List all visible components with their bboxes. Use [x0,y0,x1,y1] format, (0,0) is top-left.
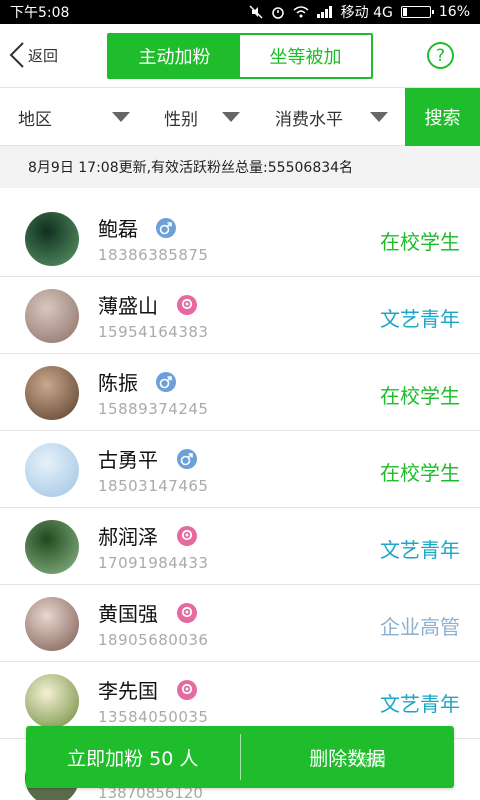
female-icon [177,526,197,546]
fan-name: 黄国强 [98,602,158,626]
avatar [25,289,79,343]
fan-name: 李先国 [98,679,158,703]
fan-name: 鲍磊 [98,217,138,241]
fan-phone: 18905680036 [98,631,209,649]
fan-tag: 在校学生 [380,461,460,485]
spending-filter[interactable]: 消费水平 [275,88,343,146]
watermark-logo: 源网 [356,752,387,770]
bottom-action-bar: 立即加粉 50 人 删除数据 [26,726,454,788]
male-icon [156,372,176,392]
avatar [25,520,79,574]
fan-name: 薄盛山 [98,294,158,318]
region-filter[interactable]: 地区 [18,88,52,146]
delete-data-button[interactable]: 删除数据 [241,726,455,788]
list-item[interactable]: 黄国强 18905680036 企业高管 [0,585,480,662]
carrier-label: 移动 4G [340,5,393,21]
back-label: 返回 [28,46,59,65]
female-icon [177,603,197,623]
female-icon [177,295,197,315]
fan-tag: 文艺青年 [380,538,460,562]
list-item[interactable]: 陈振 15889374245 在校学生 [0,354,480,431]
fan-phone: 15889374245 [98,400,209,418]
list-item[interactable]: 古勇平 18503147465 在校学生 [0,431,480,508]
alarm-icon [271,7,284,19]
fan-phone: 18386385875 [98,246,209,264]
fan-tag: 文艺青年 [380,692,460,716]
fan-phone: 13584050035 [98,708,209,726]
signal-icon [316,6,332,18]
status-bar: 下午5:08 移动 4G 16% [0,0,480,24]
fan-phone: 18503147465 [98,477,209,495]
wifi-icon [293,6,309,18]
add-fans-button[interactable]: 立即加粉 50 人 [26,726,240,788]
fan-phone: 17091984433 [98,554,209,572]
avatar [25,443,79,497]
mute-icon [249,5,263,19]
fan-name: 陈振 [98,371,138,395]
tab-active-add[interactable]: 主动加粉 [109,35,240,77]
female-icon [177,680,197,700]
avatar [25,674,79,728]
status-indicators: 移动 4G 16% [249,2,470,22]
fan-name: 郝润泽 [98,525,158,549]
region-filter-label: 地区 [18,109,52,130]
avatar [25,212,79,266]
region-dropdown-icon[interactable] [112,112,130,122]
fan-phone: 15954164383 [98,323,209,341]
fan-tag: 文艺青年 [380,307,460,331]
avatar [25,597,79,651]
fan-tag: 企业高管 [380,615,460,639]
fan-tag: 在校学生 [380,230,460,254]
list-item[interactable]: 鲍磊 18386385875 在校学生 [0,200,480,277]
tab-wait-added[interactable]: 坐等被加 [240,35,371,77]
filter-bar: 地区 性别 消费水平 搜索 [0,88,480,146]
spending-filter-label: 消费水平 [275,109,343,130]
help-button[interactable]: ? [427,42,454,69]
status-time: 下午5:08 [10,5,70,21]
fan-name: 古勇平 [98,448,158,472]
fan-list: 鲍磊 18386385875 在校学生 薄盛山 15954164383 文艺青年 陈振 158… [0,200,480,739]
update-info-bar: 8月9日 17:08更新,有效活跃粉丝总量:55506834名 [0,146,480,188]
gender-dropdown-icon[interactable] [222,112,240,122]
search-button[interactable]: 搜索 [405,88,480,146]
gender-filter[interactable]: 性别 [164,88,198,146]
battery-percent: 16% [438,4,470,20]
avatar [25,366,79,420]
top-nav: 返回 主动加粉 坐等被加 ? [0,24,480,88]
fan-tag: 在校学生 [380,384,460,408]
list-item[interactable]: 薄盛山 15954164383 文艺青年 [0,277,480,354]
question-icon: ? [435,45,446,66]
mode-switch: 主动加粉 坐等被加 [107,33,373,79]
update-info-text: 8月9日 17:08更新,有效活跃粉丝总量:55506834名 [28,160,354,176]
gender-filter-label: 性别 [164,109,198,130]
male-icon [156,218,176,238]
list-item[interactable]: 郝润泽 17091984433 文艺青年 [0,508,480,585]
back-button[interactable]: 返回 [8,38,58,72]
battery-icon [400,6,434,18]
spending-dropdown-icon[interactable] [370,112,388,122]
male-icon [177,449,197,469]
chevron-left-icon [9,42,24,68]
